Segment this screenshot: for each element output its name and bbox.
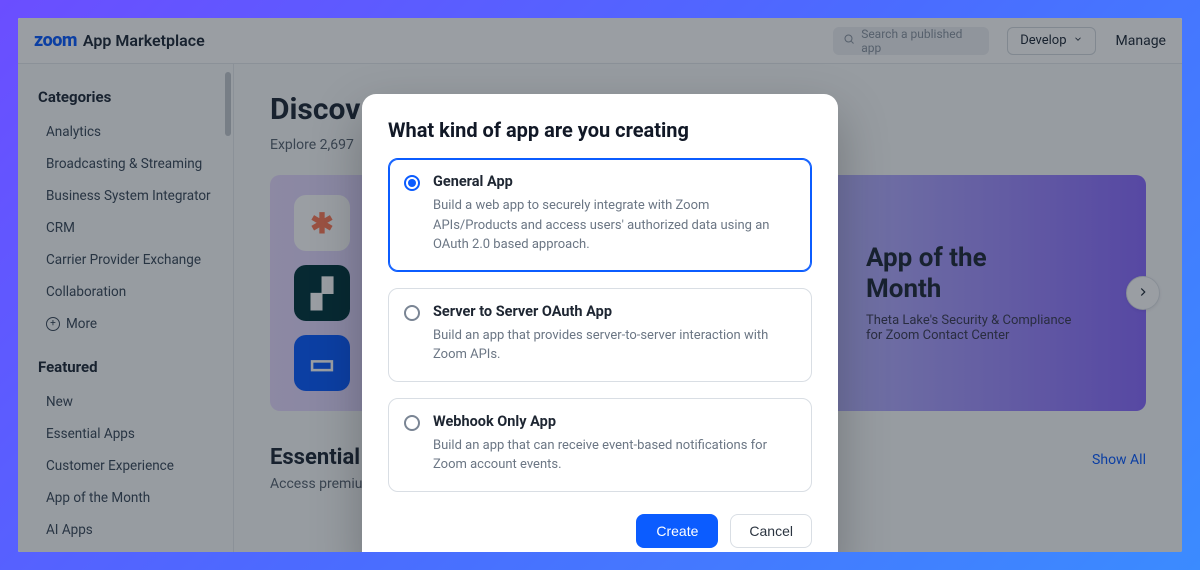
create-app-modal: What kind of app are you creating Genera… <box>362 94 838 552</box>
radio-icon <box>404 175 420 191</box>
modal-title: What kind of app are you creating <box>388 118 812 142</box>
create-button[interactable]: Create <box>636 514 718 548</box>
option-general-app[interactable]: General App Build a web app to securely … <box>388 158 812 272</box>
option-desc: Build an app that provides server-to-ser… <box>433 326 795 365</box>
modal-actions: Create Cancel <box>388 514 812 548</box>
option-server-oauth[interactable]: Server to Server OAuth App Build an app … <box>388 288 812 382</box>
option-title: Webhook Only App <box>433 413 795 430</box>
app-frame: zoom App Marketplace Search a published … <box>18 18 1182 552</box>
option-webhook-only[interactable]: Webhook Only App Build an app that can r… <box>388 398 812 492</box>
option-title: General App <box>433 173 795 190</box>
radio-icon <box>404 305 420 321</box>
option-title: Server to Server OAuth App <box>433 303 795 320</box>
option-desc: Build a web app to securely integrate wi… <box>433 196 795 255</box>
radio-icon <box>404 415 420 431</box>
option-desc: Build an app that can receive event-base… <box>433 436 795 475</box>
cancel-button[interactable]: Cancel <box>730 514 812 548</box>
